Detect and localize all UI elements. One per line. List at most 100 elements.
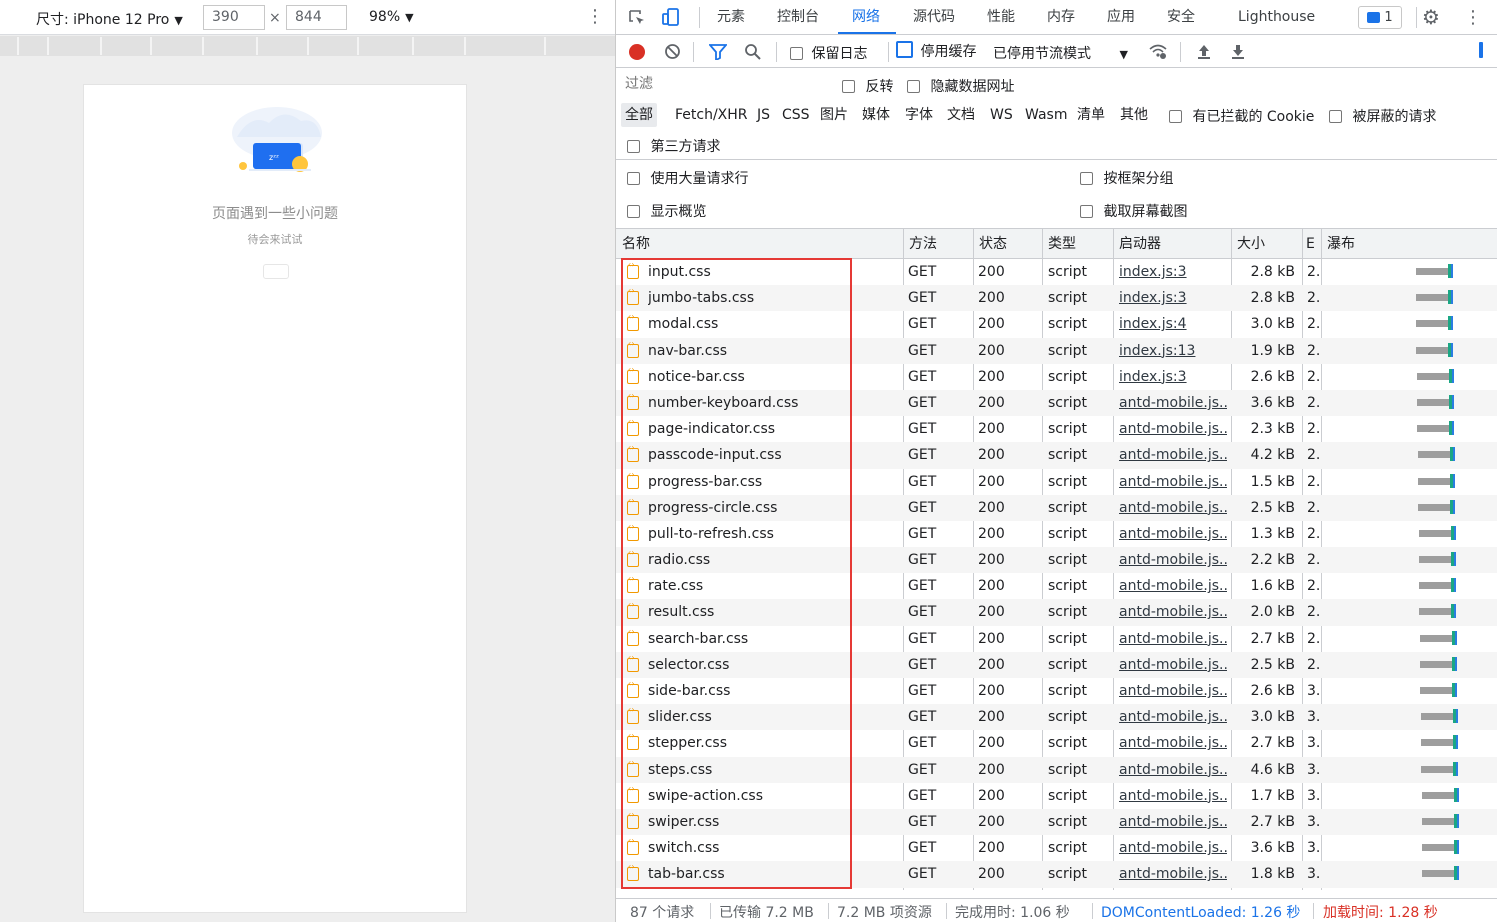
- media-query-ruler[interactable]: [0, 36, 615, 56]
- settings-edge-icon[interactable]: [1479, 42, 1483, 58]
- blocked-requests-checkbox[interactable]: [1329, 110, 1342, 123]
- large-rows-toggle[interactable]: 使用大量请求行: [627, 168, 748, 188]
- more-options-icon[interactable]: ⋮: [1464, 7, 1482, 28]
- request-initiator[interactable]: index.js:3: [1119, 364, 1227, 390]
- filter-type-all[interactable]: 全部: [621, 103, 657, 127]
- filter-type-media[interactable]: 媒体: [862, 103, 890, 127]
- third-party-checkbox[interactable]: [627, 140, 640, 153]
- zoom-select[interactable]: 98% ▼: [369, 9, 414, 25]
- device-select[interactable]: 尺寸: iPhone 12 Pro ▼: [36, 9, 183, 29]
- request-initiator[interactable]: index.js:4: [1119, 311, 1227, 337]
- request-initiator[interactable]: antd-mobile.js...: [1119, 757, 1227, 783]
- preserve-log-toggle[interactable]: 保留日志: [790, 43, 867, 63]
- filter-icon[interactable]: [709, 44, 727, 60]
- request-initiator[interactable]: antd-mobile.js...: [1119, 652, 1227, 678]
- request-initiator[interactable]: antd-mobile.js...: [1119, 442, 1227, 468]
- invert-checkbox[interactable]: [842, 80, 855, 93]
- request-initiator[interactable]: antd-mobile.js...: [1119, 599, 1227, 625]
- column-header-type[interactable]: 类型: [1042, 229, 1076, 259]
- hide-data-urls-toggle[interactable]: 隐藏数据网址: [907, 76, 1014, 96]
- tab-memory[interactable]: 内存: [1047, 0, 1075, 35]
- request-initiator[interactable]: antd-mobile.js...: [1119, 390, 1227, 416]
- search-icon[interactable]: [744, 43, 762, 61]
- capture-screenshots-checkbox[interactable]: [1080, 205, 1093, 218]
- request-initiator[interactable]: antd-mobile.js...: [1119, 783, 1227, 809]
- column-header-method[interactable]: 方法: [903, 229, 937, 259]
- filter-type-fetch-xhr[interactable]: Fetch/XHR: [675, 103, 748, 127]
- request-initiator[interactable]: antd-mobile.js...: [1119, 861, 1227, 887]
- blocked-cookies-checkbox[interactable]: [1169, 110, 1182, 123]
- filter-type-wasm[interactable]: Wasm: [1025, 103, 1067, 127]
- column-header-waterfall[interactable]: 瀑布: [1321, 229, 1355, 259]
- filter-type-font[interactable]: 字体: [905, 103, 933, 127]
- tab-network[interactable]: 网络: [852, 0, 880, 35]
- filter-type-js[interactable]: JS: [757, 103, 770, 127]
- network-conditions-icon[interactable]: [1148, 43, 1168, 61]
- record-icon[interactable]: [629, 44, 645, 60]
- request-initiator[interactable]: antd-mobile.js...: [1119, 704, 1227, 730]
- request-initiator[interactable]: antd-mobile.js...: [1119, 730, 1227, 756]
- request-initiator[interactable]: antd-mobile.js...: [1119, 521, 1227, 547]
- show-overview-checkbox[interactable]: [627, 205, 640, 218]
- settings-gear-icon[interactable]: ⚙: [1422, 5, 1440, 29]
- filter-input[interactable]: [621, 73, 826, 95]
- show-overview-toggle[interactable]: 显示概览: [627, 201, 706, 221]
- export-har-icon[interactable]: [1230, 43, 1246, 60]
- filter-type-doc[interactable]: 文档: [947, 103, 975, 127]
- tab-application[interactable]: 应用: [1107, 0, 1135, 35]
- request-initiator[interactable]: antd-mobile.js...: [1119, 678, 1227, 704]
- request-initiator[interactable]: index.js:3: [1119, 259, 1227, 285]
- device-toolbar-toggle-icon[interactable]: [661, 7, 681, 27]
- blocked-requests-toggle[interactable]: 被屏蔽的请求: [1329, 106, 1436, 126]
- waterfall-bar: [1419, 556, 1451, 564]
- clear-icon[interactable]: [664, 43, 681, 60]
- tab-sources[interactable]: 源代码: [913, 0, 955, 35]
- tab-console[interactable]: 控制台: [777, 0, 819, 35]
- column-header-name[interactable]: 名称: [616, 229, 650, 259]
- request-initiator[interactable]: index.js:3: [1119, 285, 1227, 311]
- request-initiator[interactable]: antd-mobile.js...: [1119, 573, 1227, 599]
- tab-lighthouse[interactable]: Lighthouse: [1238, 0, 1315, 35]
- issues-button[interactable]: 1: [1358, 6, 1402, 29]
- filter-type-manifest[interactable]: 清单: [1077, 103, 1105, 127]
- column-header-size[interactable]: 大小: [1231, 229, 1265, 259]
- request-initiator[interactable]: index.js:13: [1119, 338, 1227, 364]
- more-options-icon[interactable]: ⋮: [586, 7, 604, 27]
- dom-content-loaded-time: DOMContentLoaded: 1.26 秒: [1101, 905, 1301, 921]
- tab-elements[interactable]: 元素: [717, 0, 745, 35]
- request-initiator[interactable]: antd-mobile.js...: [1119, 547, 1227, 573]
- filter-type-css[interactable]: CSS: [782, 103, 810, 127]
- request-initiator[interactable]: antd-mobile.js...: [1119, 809, 1227, 835]
- request-initiator[interactable]: antd-mobile.js...: [1119, 626, 1227, 652]
- filter-type-images[interactable]: 图片: [820, 103, 848, 127]
- capture-screenshots-toggle[interactable]: 截取屏幕截图: [1080, 201, 1187, 221]
- inspect-element-icon[interactable]: [628, 9, 646, 27]
- request-initiator[interactable]: antd-mobile.js...: [1119, 495, 1227, 521]
- tab-security[interactable]: 安全: [1167, 0, 1195, 35]
- group-by-frame-toggle[interactable]: 按框架分组: [1080, 168, 1173, 188]
- disable-cache-toggle[interactable]: 停用缓存: [896, 41, 976, 61]
- throttling-select[interactable]: 已停用节流模式 ▼: [993, 43, 1128, 63]
- disable-cache-checkbox[interactable]: [896, 41, 913, 58]
- tab-performance[interactable]: 性能: [987, 0, 1015, 35]
- group-by-frame-checkbox[interactable]: [1080, 172, 1093, 185]
- request-initiator[interactable]: antd-mobile.js...: [1119, 416, 1227, 442]
- request-initiator[interactable]: antd-mobile.js...: [1119, 469, 1227, 495]
- third-party-toggle[interactable]: 第三方请求: [627, 136, 720, 156]
- blocked-cookies-toggle[interactable]: 有已拦截的 Cookie: [1169, 106, 1314, 126]
- hide-data-urls-checkbox[interactable]: [907, 80, 920, 93]
- column-header-status[interactable]: 状态: [973, 229, 1007, 259]
- retry-button[interactable]: [263, 264, 289, 279]
- filter-type-ws[interactable]: WS: [990, 103, 1013, 127]
- waterfall-end-marker: [1453, 447, 1455, 462]
- height-input[interactable]: 844: [286, 5, 347, 30]
- large-rows-checkbox[interactable]: [627, 172, 640, 185]
- request-initiator[interactable]: antd-mobile.js...: [1119, 835, 1227, 861]
- column-header-initiator[interactable]: 启动器: [1113, 229, 1161, 259]
- width-input[interactable]: 390: [203, 5, 265, 30]
- import-har-icon[interactable]: [1196, 43, 1212, 60]
- invert-toggle[interactable]: 反转: [842, 76, 893, 96]
- filter-type-other[interactable]: 其他: [1120, 103, 1148, 127]
- request-status: 200: [978, 813, 1005, 830]
- preserve-log-checkbox[interactable]: [790, 47, 803, 60]
